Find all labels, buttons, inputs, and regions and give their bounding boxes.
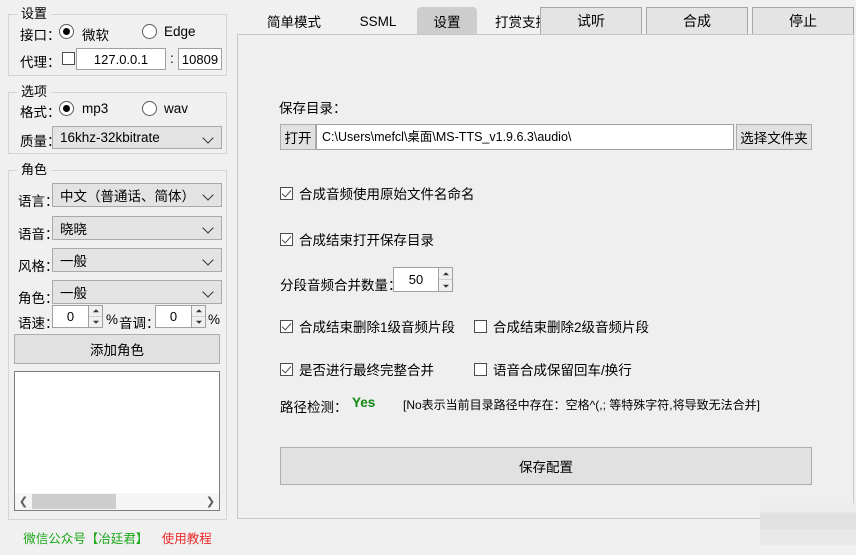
rate-value[interactable]: 0 [52,305,88,328]
open-folder-button[interactable]: 打开 [280,124,316,150]
checkbox-row-final-merge[interactable]: 是否进行最终完整合并 [280,359,434,379]
synthesize-button[interactable]: 合成 [646,7,748,35]
radio-microsoft-label[interactable]: 微软 [82,24,109,44]
merge-count-spin-buttons[interactable] [438,267,453,292]
add-role-button[interactable]: 添加角色 [14,334,220,364]
left-panel: 设置 接口： 微软 Edge 代理： 127.0.0.1 : 10809 选项 … [0,0,235,555]
proxy-host-input[interactable]: 127.0.0.1 [76,48,166,70]
chevron-down-icon [203,222,215,234]
checkbox-open-dir-after-label: 合成结束打开保存目录 [299,233,434,248]
scroll-right-icon[interactable]: ❯ [202,493,219,510]
radio-edge[interactable] [142,24,157,39]
checkbox-row-del-level2[interactable]: 合成结束删除2级音频片段 [474,316,649,336]
settings-panel: 保存目录： 打开 C:\Users\mefcl\桌面\MS-TTS_v1.9.6… [237,34,854,519]
checkbox-row-keep-newline[interactable]: 语音合成保留回车/换行 [474,359,632,379]
pitch-spin-down[interactable] [192,317,205,327]
checkbox-keep-newline-label: 语音合成保留回车/换行 [493,363,632,378]
right-side: 简单模式 SSML 设置 打赏支持 试听 合成 停止 保存目录： 打开 C:\U… [235,0,856,555]
radio-edge-label[interactable]: Edge [164,24,196,39]
stop-button[interactable]: 停止 [752,7,854,35]
tab-settings[interactable]: 设置 [417,7,477,35]
proxy-port-input[interactable]: 10809 [178,48,222,70]
tabstrip: 简单模式 SSML 设置 打赏支持 试听 合成 停止 [235,0,856,35]
tutorial-link[interactable]: 使用教程 [162,532,212,546]
merge-count-label: 分段音频合并数量： [280,278,402,293]
checkbox-original-name[interactable] [280,186,293,200]
quality-value: 16khz-32kbitrate [60,130,160,145]
language-value: 中文（普通话、简体） [60,189,195,204]
checkbox-row-del-level1[interactable]: 合成结束删除1级音频片段 [280,316,455,336]
chevron-down-icon [203,286,215,298]
checkbox-open-dir-after[interactable] [280,232,293,246]
checkbox-del-level1-label: 合成结束删除1级音频片段 [299,320,456,335]
role-listbox-hscrollbar[interactable]: ❮ ❯ [15,493,219,510]
checkbox-del-level2[interactable] [474,319,487,333]
chevron-down-icon [203,189,215,201]
quality-combobox[interactable]: 16khz-32kbitrate [52,126,222,149]
style-value: 一般 [60,254,87,269]
pitch-spin-buttons[interactable] [191,305,206,328]
interface-label: 接口： [20,28,61,43]
save-dir-label: 保存目录： [279,101,347,116]
tab-simple-mode[interactable]: 简单模式 [255,7,333,35]
choose-folder-button[interactable]: 选择文件夹 [736,124,812,150]
options-group-title: 选项 [17,84,52,100]
rate-spin-down[interactable] [89,317,102,327]
tab-ssml[interactable]: SSML [343,7,413,35]
chevron-down-icon [203,254,215,266]
checkbox-del-level2-label: 合成结束删除2级音频片段 [493,320,650,335]
rate-spin-up[interactable] [89,306,102,317]
rate-unit: % [106,312,119,327]
save-path-input[interactable]: C:\Users\mefcl\桌面\MS-TTS_v1.9.6.3\audio\ [316,124,734,150]
scrollbar-thumb[interactable] [32,494,116,509]
role-listbox[interactable]: ❮ ❯ [14,371,220,511]
role-value: 一般 [60,286,87,301]
footer-links: 微信公众号【冶廷君】 使用教程 [0,528,235,547]
preview-button[interactable]: 试听 [540,7,642,35]
checkbox-final-merge[interactable] [280,362,293,376]
radio-microsoft[interactable] [59,24,74,39]
voice-combobox[interactable]: 晓晓 [52,216,222,240]
pitch-spin-up[interactable] [192,306,205,317]
checkbox-row-original-name[interactable]: 合成音频使用原始文件名命名 [280,183,475,203]
merge-count-value[interactable]: 50 [393,267,438,292]
radio-mp3[interactable] [59,101,74,116]
voice-value: 晓晓 [60,222,87,237]
wechat-account-link[interactable]: 微信公众号【冶廷君】 [23,532,148,546]
chevron-down-icon [203,132,215,144]
rate-stepper[interactable]: 0 [52,305,103,328]
language-combobox[interactable]: 中文（普通话、简体） [52,183,222,207]
style-combobox[interactable]: 一般 [52,248,222,272]
path-check-hint: [No表示当前目录路径中存在：空格^(,; 等特殊字符,将导致无法合并] [403,398,760,412]
path-check-value: Yes [352,395,376,410]
merge-count-stepper[interactable]: 50 [393,267,453,292]
pitch-value[interactable]: 0 [155,305,191,328]
checkbox-original-name-label: 合成音频使用原始文件名命名 [299,187,475,202]
checkbox-final-merge-label: 是否进行最终完整合并 [299,363,434,378]
role-group-title: 角色 [17,162,52,178]
merge-count-spin-up[interactable] [439,268,452,280]
role-combobox[interactable]: 一般 [52,280,222,304]
proxy-enable-checkbox[interactable] [62,52,75,65]
save-config-button[interactable]: 保存配置 [280,447,812,485]
merge-count-spin-down[interactable] [439,280,452,291]
proxy-colon: : [170,51,174,66]
rate-spin-buttons[interactable] [88,305,103,328]
pitch-unit: % [208,312,221,327]
pitch-label: 音调： [119,316,160,331]
scrollbar-track[interactable] [32,493,202,510]
settings-group-title: 设置 [17,6,52,22]
radio-wav-label[interactable]: wav [164,101,188,116]
checkbox-row-open-dir-after[interactable]: 合成结束打开保存目录 [280,229,434,249]
radio-mp3-label[interactable]: mp3 [82,101,108,116]
format-label: 格式： [20,105,61,120]
checkbox-keep-newline[interactable] [474,362,487,376]
path-check-label: 路径检测： [280,400,348,415]
radio-wav[interactable] [142,101,157,116]
scroll-left-icon[interactable]: ❮ [15,493,32,510]
pitch-stepper[interactable]: 0 [155,305,206,328]
proxy-label: 代理： [20,55,61,70]
checkbox-del-level1[interactable] [280,319,293,333]
